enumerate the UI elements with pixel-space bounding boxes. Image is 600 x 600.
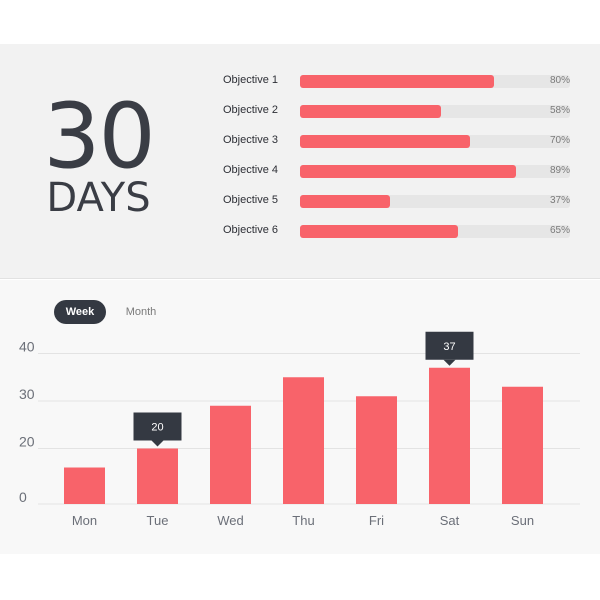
objective-progress-track <box>300 165 570 178</box>
x-tick-label: Wed <box>217 513 244 528</box>
objective-label: Objective 5 <box>223 194 279 206</box>
tooltip-value: 20 <box>151 422 163 434</box>
tooltip-pointer <box>151 440 164 447</box>
objective-row: Objective 2 58% <box>0 102 600 122</box>
bar <box>356 396 397 504</box>
objective-label: Objective 6 <box>223 224 279 236</box>
x-tick-label: Tue <box>147 513 169 528</box>
objective-progress-fill <box>300 135 470 148</box>
tooltip-value: 37 <box>443 341 455 353</box>
objective-progress-fill <box>300 195 390 208</box>
objectives-list: Objective 1 80% Objective 2 58% Objective 3 7… <box>0 44 600 279</box>
x-tick-label: Sun <box>511 513 534 528</box>
objective-percent: 89% <box>549 165 570 176</box>
objective-row: Objective 6 65% <box>0 222 600 242</box>
objective-label: Objective 2 <box>223 104 279 116</box>
objective-progress-fill <box>300 225 458 238</box>
objective-progress-fill <box>300 105 441 118</box>
objective-label: Objective 1 <box>223 74 279 86</box>
bar <box>210 405 251 504</box>
objective-row: Objective 1 80% <box>0 72 600 92</box>
activity-panel: Week Month 0 20 30 40 Mon Tue Wed Thu Fri Sat Sun 2… <box>0 280 600 554</box>
bar <box>283 377 324 504</box>
objective-row: Objective 3 70% <box>0 132 600 152</box>
objective-percent: 70% <box>549 135 570 146</box>
y-tick-label: 20 <box>19 434 35 450</box>
y-tick-label: 0 <box>19 489 27 505</box>
x-tick-label: Thu <box>292 513 314 528</box>
objective-progress-fill <box>300 75 494 88</box>
objective-row: Objective 4 89% <box>0 162 600 182</box>
weekly-bar-chart: 0 20 30 40 Mon Tue Wed Thu Fri Sat Sun 20 37 <box>19 331 580 528</box>
bar <box>429 367 470 504</box>
x-tick-label: Mon <box>72 513 97 528</box>
objective-progress-track <box>300 135 570 148</box>
y-tick-label: 40 <box>19 339 35 355</box>
x-tick-label: Sat <box>440 513 460 528</box>
objective-percent: 80% <box>549 75 570 86</box>
bar <box>64 467 105 504</box>
tooltip-pointer <box>443 359 456 366</box>
objective-progress-track <box>300 105 570 118</box>
objective-label: Objective 4 <box>223 164 279 176</box>
summary-panel: 30 DAYS Objective 1 80% Objective 2 58% Obje… <box>0 44 600 279</box>
bar <box>137 448 178 504</box>
objective-progress-track <box>300 225 570 238</box>
objective-progress-track <box>300 75 570 88</box>
x-tick-label: Fri <box>369 513 384 528</box>
objective-percent: 37% <box>549 195 570 206</box>
objective-percent: 58% <box>549 105 570 116</box>
objective-progress-fill <box>300 165 516 178</box>
objective-row: Objective 5 37% <box>0 192 600 212</box>
bar <box>502 386 543 504</box>
objective-progress-track <box>300 195 570 208</box>
y-tick-label: 30 <box>19 386 35 402</box>
objective-label: Objective 3 <box>223 134 279 146</box>
objective-percent: 65% <box>549 225 570 236</box>
